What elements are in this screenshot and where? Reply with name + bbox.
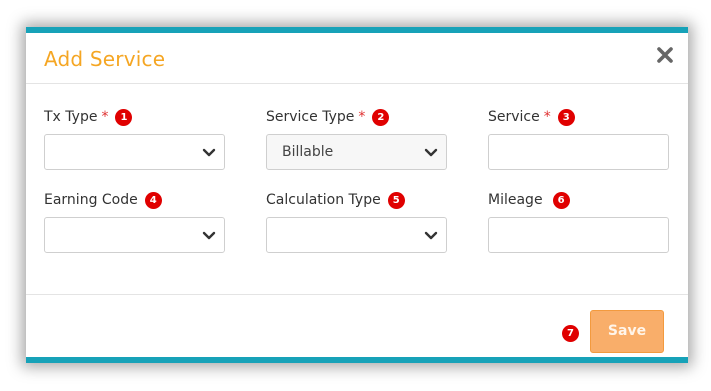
mileage-field: Mileage 6 [488,190,669,253]
service-type-value: Billable [282,144,334,160]
chevron-down-icon [424,148,438,157]
modal-title: Add Service [44,47,166,71]
earning-code-select[interactable] [44,217,225,253]
service-type-label: Service Type [266,109,355,125]
tx-type-select[interactable] [44,134,225,170]
mileage-input[interactable] [488,217,669,253]
service-field: Service * 3 [488,107,669,170]
step-badge-5: 5 [387,191,405,209]
tx-type-label: Tx Type [44,109,98,125]
calculation-type-label: Calculation Type [266,192,381,208]
step-badge-1: 1 [115,108,133,126]
earning-code-label: Earning Code [44,192,138,208]
tx-type-field: Tx Type * 1 [44,107,225,170]
calculation-type-field: Calculation Type 5 [266,190,447,253]
chevron-down-icon [424,231,438,240]
required-marker: * [543,109,551,125]
service-type-select[interactable]: Billable [266,134,447,170]
required-marker: * [358,109,366,125]
calculation-type-select[interactable] [266,217,447,253]
mileage-label: Mileage [488,192,543,208]
required-marker: * [101,109,109,125]
modal-footer-divider [26,294,688,295]
service-type-field: Service Type * 2 Billable [266,107,447,170]
step-badge-6: 6 [552,191,570,209]
step-badge-4: 4 [144,191,162,209]
service-label: Service [488,109,540,125]
step-badge-3: 3 [557,108,575,126]
service-input[interactable] [488,134,669,170]
modal-header: Add Service [26,33,688,84]
chevron-down-icon [202,231,216,240]
add-service-modal: Add Service Tx Type * 1 Service Type * 2… [26,27,688,363]
save-button[interactable]: Save [590,310,664,353]
close-icon[interactable] [655,45,675,65]
step-badge-7: 7 [562,325,579,342]
earning-code-field: Earning Code 4 [44,190,225,253]
chevron-down-icon [202,148,216,157]
step-badge-2: 2 [372,108,390,126]
modal-bottom-accent-bar [26,357,688,363]
